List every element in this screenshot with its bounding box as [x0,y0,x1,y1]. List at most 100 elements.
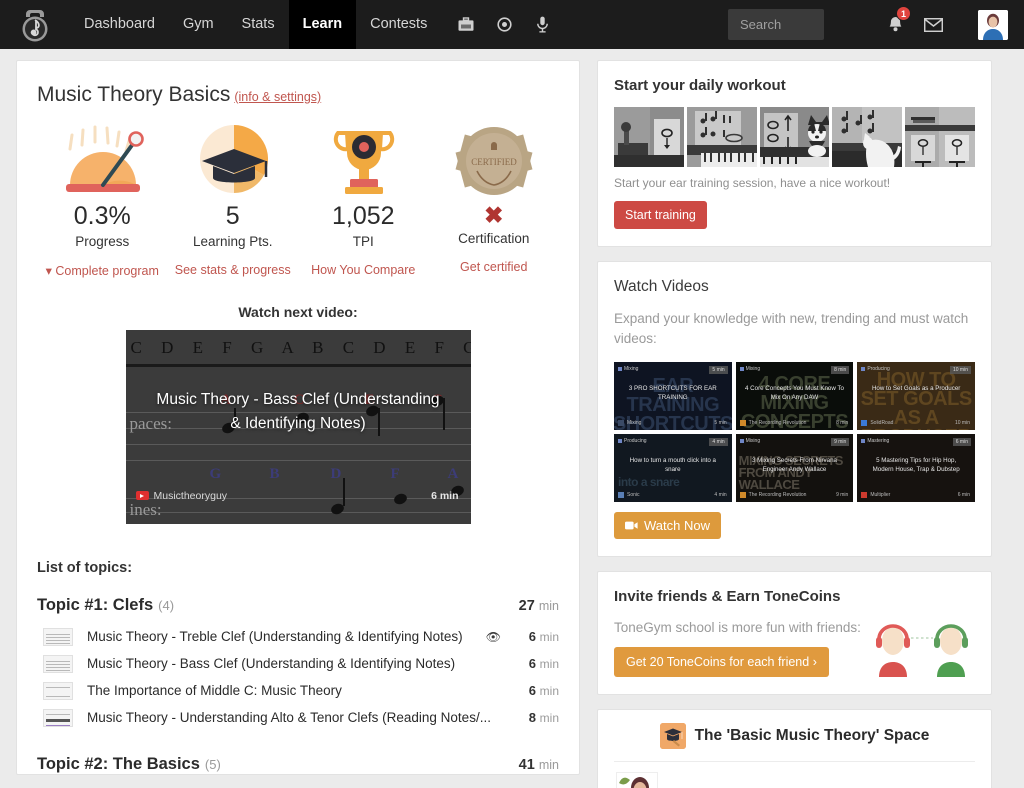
notifications-button[interactable]: 1 [878,0,912,49]
watch-next-label: Watch next video: [238,303,358,320]
video-card[interactable]: MIXING SECRETS FROM ANDY WALLACE Mixing … [735,434,854,503]
video-tag: Mixing [739,438,760,444]
video-line-note-a: A [447,465,459,482]
lesson-duration-unit: min [539,657,559,671]
invite-friends-card: Invite friends & Earn ToneCoins ToneGym … [597,571,992,695]
video-channel-label: The Recording Revolution [748,420,807,427]
svg-text:CERTIFIED: CERTIFIED [472,157,518,167]
nav-link-stats[interactable]: Stats [228,0,289,49]
video-duration-badge: 9 min [831,438,850,447]
video-foot-duration: 6 min [957,492,970,499]
topic-count: (4) [158,597,175,613]
course-stats: 0.3% Progress ▾ Complete program 5 Learn… [37,121,559,278]
start-training-button[interactable]: Start training [614,201,707,229]
video-channel-label: Mixing [627,420,642,427]
info-settings-link[interactable]: (info & settings) [234,90,321,104]
video-foot-duration: 9 min [836,492,849,499]
video-tag-label: Producing [867,366,890,373]
nav-link-contests[interactable]: Contests [356,0,441,49]
lesson-duration-value: 6 [528,683,537,698]
list-item[interactable]: The Importance of Middle C: Music Theory… [37,681,559,700]
workout-thumb-books[interactable] [905,107,975,167]
video-channel: Multiplier [861,492,890,499]
video-foot-duration: 4 min [714,492,727,499]
video-title: 4 Core Concepts You Must Know To Mix On … [745,385,844,402]
video-foot-duration: 10 min [954,420,970,427]
watch-videos-title: Watch Videos [614,278,709,295]
topic-duration-unit: min [538,757,559,772]
video-tag-label: Producing [624,438,647,445]
video-card[interactable]: HOW TO SET GOALS AS A PRODUCER Producing… [857,362,975,431]
how-you-compare-link[interactable]: How You Compare [298,263,429,277]
tpi-value: 1,052 [331,202,395,230]
nav-icon-group [447,0,561,49]
avatar[interactable] [978,9,1008,40]
search-input[interactable] [728,9,824,40]
target-icon[interactable] [485,0,523,49]
video-channel: The Recording Revolution [739,420,807,427]
kettlebell-music-logo [18,7,52,43]
nav-link-learn[interactable]: Learn [288,0,357,49]
stat-tpi: 1,052 TPI How You Compare [298,121,429,278]
workout-thumb-2[interactable] [686,107,757,167]
video-line-note-d: D [330,465,342,482]
eye-icon[interactable]: 👁 [486,630,501,644]
microphone-icon[interactable] [523,0,561,49]
logo-link[interactable] [0,7,70,43]
lesson-title: The Importance of Middle C: Music Theory [87,683,342,698]
invite-title: Invite friends & Earn ToneCoins [614,588,841,606]
next-video-thumbnail[interactable]: C D E F G A B C D E F G A B C D E paces:… [125,329,471,524]
lesson-thumbnail [43,627,73,646]
lesson-title: Music Theory - Bass Clef (Understanding … [87,656,456,671]
learning-points-label: Learning Pts. [192,233,273,249]
watch-videos-card: Watch Videos Expand your knowledge with … [597,261,992,558]
certification-label: Certification [458,231,530,247]
topics-header: List of topics: [37,559,133,576]
space-card: The 'Basic Music Theory' Space Talk with… [597,708,992,788]
video-channel: The Recording Revolution [739,492,806,499]
nav-link-dashboard[interactable]: Dashboard [70,0,169,49]
video-channel: Musictheoryguy [135,490,227,502]
invite-row: ToneGym school is more fun with friends:… [614,605,975,677]
list-item[interactable]: Music Theory - Bass Clef (Understanding … [37,654,559,673]
video-grid: EAR TRAINING SHORTCUTS Mixing 5 min 3 PR… [614,362,975,503]
watch-now-button[interactable]: Watch Now [614,512,721,540]
course-card: Music Theory Basics (info & settings) 0.… [16,60,580,775]
messages-button[interactable] [912,0,954,49]
video-card[interactable]: into a snare Producing 4 min How to turn… [614,434,732,503]
invite-left: ToneGym school is more fun with friends:… [614,605,869,677]
video-duration-badge: 10 min [949,366,971,375]
page-title-row: Music Theory Basics (info & settings) [37,83,559,107]
video-tag: Producing [618,438,647,444]
briefcase-icon[interactable] [447,0,485,49]
complete-program-label: Complete program [55,263,159,278]
topic-duration: 41 min [519,757,559,773]
youtube-icon [135,491,149,500]
stat-learning-points: 5 Learning Pts. See stats & progress [168,121,299,278]
workout-thumb-1[interactable] [614,107,684,167]
nav-link-gym[interactable]: Gym [169,0,228,49]
workout-thumb-cat[interactable] [832,107,903,167]
video-card[interactable]: Mastering 6 min 5 Mastering Tips for Hip… [857,434,975,503]
left-column: Music Theory Basics (info & settings) 0.… [16,60,580,788]
topic-header-2[interactable]: Topic #2: The Basics (5) 41 min [37,755,559,774]
lesson-duration: 8 min [501,710,559,725]
video-title: 3 PRO SHORTCUTS FOR EAR TRAINING [628,385,717,402]
classmate-avatar [616,771,658,788]
video-card[interactable]: EAR TRAINING SHORTCUTS Mixing 5 min 3 PR… [614,362,732,431]
video-tag: Mixing [739,366,760,372]
list-item[interactable]: Music Theory - Understanding Alto & Teno… [37,708,559,727]
complete-program-link[interactable]: ▾ Complete program [37,263,168,278]
workout-thumb-dog[interactable] [759,107,830,167]
get-tonecoins-button[interactable]: Get 20 ToneCoins for each friend › [614,646,829,677]
list-item[interactable]: Music Theory - Treble Clef (Understandin… [37,627,559,646]
topic-header-1[interactable]: Topic #1: Clefs (4) 27 min [37,596,559,615]
video-card[interactable]: 4 CORE MIXING CONCEPTS Mixing 8 min 4 Co… [735,362,854,431]
see-stats-link[interactable]: See stats & progress [168,263,299,277]
lesson-title: Music Theory - Treble Clef (Understandin… [87,629,463,644]
right-column: Start your daily workout Start your ear … [597,60,992,788]
topic-count: (5) [204,756,221,772]
top-navbar: Dashboard Gym Stats Learn Contests Searc… [0,0,1024,49]
get-certified-link[interactable]: Get certified [429,260,560,274]
space-body[interactable]: Talk with classmates & experts... [614,762,975,788]
